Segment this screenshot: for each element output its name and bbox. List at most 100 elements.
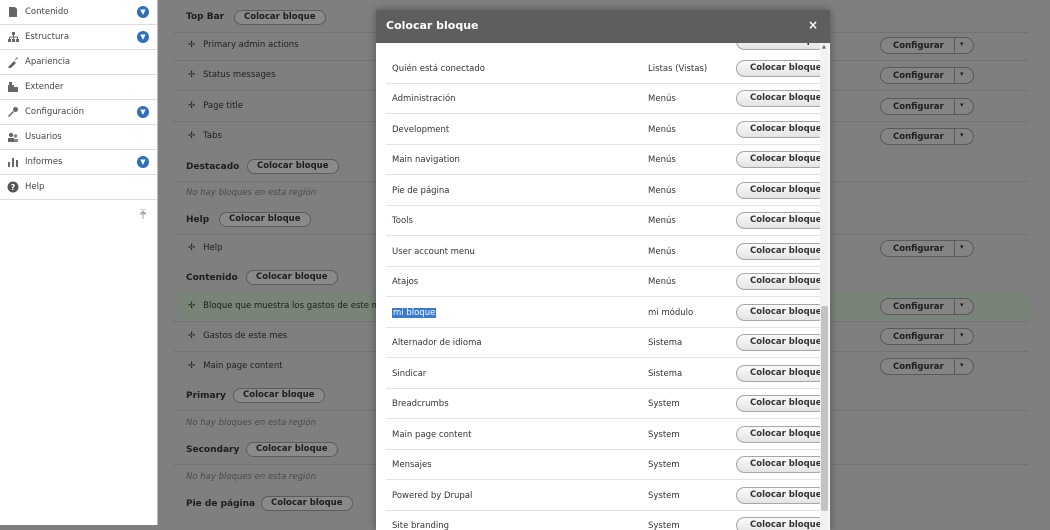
- place-block-top-bar-button[interactable]: Colocar bloque: [234, 10, 326, 25]
- block-category: System: [648, 521, 680, 530]
- place-block-help-button[interactable]: Colocar bloque: [219, 212, 311, 227]
- place-block-button[interactable]: Colocar bloque: [736, 60, 826, 77]
- sidebar-item-usuarios[interactable]: Usuarios: [0, 125, 157, 150]
- configure-label: Configurar: [893, 102, 944, 112]
- drag-handle-icon[interactable]: ✢: [188, 131, 195, 141]
- chevron-down-icon[interactable]: ▼: [137, 31, 149, 43]
- dropdown-arrow-icon[interactable]: ▾: [960, 301, 964, 309]
- region-title-contenido: Contenido: [186, 273, 238, 283]
- sidebar-item-apariencia[interactable]: Apariencia: [0, 50, 157, 75]
- place-block-button[interactable]: Colocar bloque: [736, 487, 826, 504]
- dropdown-arrow-icon[interactable]: ▾: [960, 131, 964, 139]
- place-block-button[interactable]: Colocar bloque: [736, 517, 826, 530]
- empty-region-message: No hay bloques en esta región: [186, 418, 316, 428]
- configure-label: Configurar: [893, 244, 944, 254]
- block-label: Main page content: [203, 361, 283, 371]
- place-block-button[interactable]: Colocar bloque: [736, 304, 826, 321]
- dropdown-arrow-icon[interactable]: ▾: [960, 70, 964, 78]
- block-category: Menús: [648, 125, 676, 135]
- sidebar-item-estructura[interactable]: Estructura ▼: [0, 25, 157, 50]
- configure-button[interactable]: Configurar ▾: [880, 298, 974, 315]
- block-list: Colocar bloque Quién está conectado List…: [376, 43, 830, 530]
- place-block-secondary-button[interactable]: Colocar bloque: [246, 442, 338, 457]
- place-block-button[interactable]: Colocar bloque: [736, 90, 826, 107]
- place-block-destacado-button[interactable]: Colocar bloque: [247, 159, 339, 174]
- place-block-button[interactable]: Colocar bloque: [736, 273, 826, 290]
- sidebar-item-label: Contenido: [25, 7, 69, 17]
- sidebar-item-extender[interactable]: Extender: [0, 75, 157, 100]
- place-block-primary-button[interactable]: Colocar bloque: [233, 388, 325, 403]
- content-icon: [9, 7, 17, 17]
- configure-label: Configurar: [893, 71, 944, 81]
- place-block-button[interactable]: Colocar bloque: [736, 121, 826, 138]
- help-icon: ?: [7, 181, 19, 193]
- configure-label: Configurar: [893, 41, 944, 51]
- list-item: Breadcrumbs System Colocar bloque: [386, 388, 826, 419]
- sidebar-item-configuracion[interactable]: Configuración ▼: [0, 100, 157, 125]
- block-category: Sistema: [648, 338, 683, 348]
- list-item: Powered by Drupal System Colocar bloque: [386, 480, 826, 511]
- block-name: Sindicar: [392, 369, 427, 379]
- drag-handle-icon[interactable]: ✢: [188, 331, 195, 341]
- configure-button[interactable]: Configurar ▾: [880, 67, 974, 84]
- dropdown-arrow-icon[interactable]: ▾: [960, 361, 964, 369]
- divider: [954, 129, 955, 144]
- place-block-button[interactable]: Colocar bloque: [736, 365, 826, 382]
- block-row-help: ✢ Help: [188, 243, 223, 253]
- place-block-pie-button[interactable]: Colocar bloque: [261, 496, 353, 511]
- dropdown-arrow-icon[interactable]: ▾: [960, 243, 964, 251]
- close-icon[interactable]: ×: [808, 18, 818, 32]
- scrollbar-thumb[interactable]: [821, 306, 828, 511]
- configure-button[interactable]: Configurar ▾: [880, 328, 974, 345]
- block-row-tabs: ✢ Tabs: [188, 131, 222, 141]
- place-block-button[interactable]: Colocar bloque: [736, 243, 826, 260]
- block-label: Gastos de este mes: [203, 331, 288, 341]
- divider: [954, 68, 955, 83]
- block-category: Listas (Vistas): [648, 64, 708, 74]
- chevron-down-icon[interactable]: ▼: [137, 106, 149, 118]
- sidebar-item-informes[interactable]: Informes ▼: [0, 150, 157, 175]
- place-block-button[interactable]: Colocar bloque: [736, 151, 826, 168]
- place-block-button[interactable]: Colocar bloque: [736, 395, 826, 412]
- configure-label: Configurar: [893, 362, 944, 372]
- block-row-gastos-mes: ✢ Gastos de este mes: [188, 331, 287, 341]
- svg-text:?: ?: [11, 183, 16, 192]
- drag-handle-icon[interactable]: ✢: [188, 361, 195, 371]
- place-block-button[interactable]: Colocar bloque: [736, 43, 826, 50]
- place-block-contenido-button[interactable]: Colocar bloque: [246, 270, 338, 285]
- list-item: Administración Menús Colocar bloque: [386, 83, 826, 114]
- block-row-page-title: ✢ Page title: [188, 101, 243, 111]
- place-block-button[interactable]: Colocar bloque: [736, 426, 826, 443]
- configure-button[interactable]: Configurar ▾: [880, 358, 974, 375]
- configure-button[interactable]: Configurar ▾: [880, 37, 974, 54]
- drag-handle-icon[interactable]: ✢: [188, 243, 195, 253]
- chevron-down-icon[interactable]: ▼: [137, 156, 149, 168]
- place-block-button[interactable]: Colocar bloque: [736, 334, 826, 351]
- region-title-top-bar: Top Bar: [186, 12, 225, 22]
- drag-handle-icon[interactable]: ✢: [188, 101, 195, 111]
- place-block-button[interactable]: Colocar bloque: [736, 456, 826, 473]
- place-block-button[interactable]: Colocar bloque: [736, 212, 826, 229]
- list-item: Quién está conectado Listas (Vistas) Col…: [386, 53, 826, 84]
- dialog-header: Colocar bloque ×: [376, 10, 830, 43]
- dropdown-arrow-icon[interactable]: ▾: [960, 331, 964, 339]
- block-name: mi bloque: [392, 308, 437, 318]
- sidebar-item-contenido[interactable]: Contenido ▼: [0, 0, 157, 25]
- drag-handle-icon[interactable]: ✢: [188, 70, 195, 80]
- dropdown-arrow-icon[interactable]: ▾: [960, 101, 964, 109]
- scroll-up-arrow-icon[interactable]: ▲: [822, 44, 826, 50]
- configure-button[interactable]: Configurar ▾: [880, 98, 974, 115]
- drag-handle-icon[interactable]: ✢: [188, 40, 195, 50]
- pin-icon[interactable]: [140, 209, 146, 219]
- list-item-selected: mi bloque mi módulo Colocar bloque: [386, 297, 826, 328]
- chevron-down-icon[interactable]: ▼: [137, 6, 149, 18]
- dropdown-arrow-icon[interactable]: ▾: [960, 40, 964, 48]
- extend-icon: [8, 82, 18, 92]
- sidebar-item-help[interactable]: ? Help: [0, 175, 157, 200]
- reports-icon: [8, 158, 18, 167]
- place-block-button[interactable]: Colocar bloque: [736, 182, 826, 199]
- configure-button[interactable]: Configurar ▾: [880, 128, 974, 145]
- configure-button[interactable]: Configurar ▾: [880, 240, 974, 257]
- drag-handle-icon[interactable]: ✢: [188, 301, 195, 311]
- divider: [954, 359, 955, 374]
